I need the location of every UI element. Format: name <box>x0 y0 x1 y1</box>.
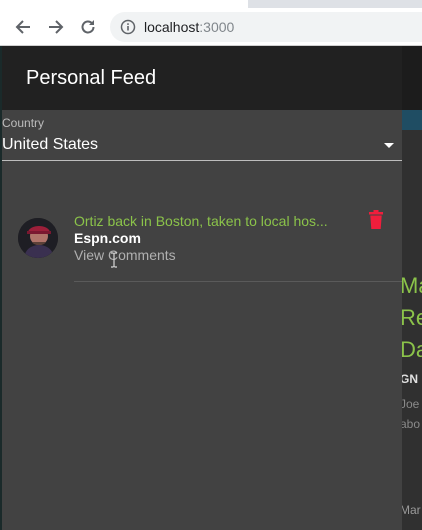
forward-button[interactable] <box>42 13 70 41</box>
feed-drawer: Personal Feed Country United States Orti… <box>2 46 402 530</box>
country-label: Country <box>2 116 45 130</box>
background-article-meta: Joe abo <box>400 394 422 434</box>
background-meta-line: abo <box>400 417 421 431</box>
arrow-right-icon <box>49 20 64 34</box>
delete-button[interactable] <box>366 208 386 232</box>
drawer-title: Personal Feed <box>26 66 157 89</box>
browser-toolbar: localhost:3000 <box>0 8 422 46</box>
background-article-source: GN <box>400 372 418 386</box>
reload-icon <box>81 20 95 34</box>
background-banner <box>400 110 422 130</box>
tab-strip <box>0 0 422 8</box>
back-button[interactable] <box>9 13 37 41</box>
background-article: Ma Re Da GN Joe abo <box>400 270 422 434</box>
caret-down-icon[interactable] <box>384 143 394 148</box>
background-article-title: Ma Re Da <box>400 273 422 362</box>
feed-item[interactable]: Ortiz back in Boston, taken to local hos… <box>2 206 402 282</box>
view-comments-link[interactable]: View Comments <box>74 247 176 263</box>
avatar <box>18 218 58 258</box>
feed-item-source: Espn.com <box>74 230 141 246</box>
active-tab[interactable] <box>0 0 248 8</box>
text-cursor-icon <box>111 252 117 268</box>
background-bottom-text: Mar <box>400 503 421 517</box>
country-select[interactable]: Country United States <box>2 116 402 162</box>
country-value[interactable]: United States <box>2 136 98 154</box>
background-meta-line: Joe <box>400 397 420 411</box>
select-underline <box>2 160 402 161</box>
url-port: :3000 <box>199 19 235 35</box>
feed-item-divider <box>74 281 402 282</box>
arrow-left-icon <box>15 20 30 34</box>
url-host: localhost <box>144 19 200 35</box>
background-appbar <box>400 46 422 110</box>
reload-button[interactable] <box>74 13 102 41</box>
drawer-app-bar: Personal Feed <box>2 46 402 110</box>
feed-item-title[interactable]: Ortiz back in Boston, taken to local hos… <box>74 213 339 229</box>
address-url: localhost:3000 <box>144 19 234 35</box>
address-bar[interactable]: localhost:3000 <box>110 12 422 42</box>
trash-icon <box>369 210 383 229</box>
info-icon[interactable] <box>120 19 136 35</box>
